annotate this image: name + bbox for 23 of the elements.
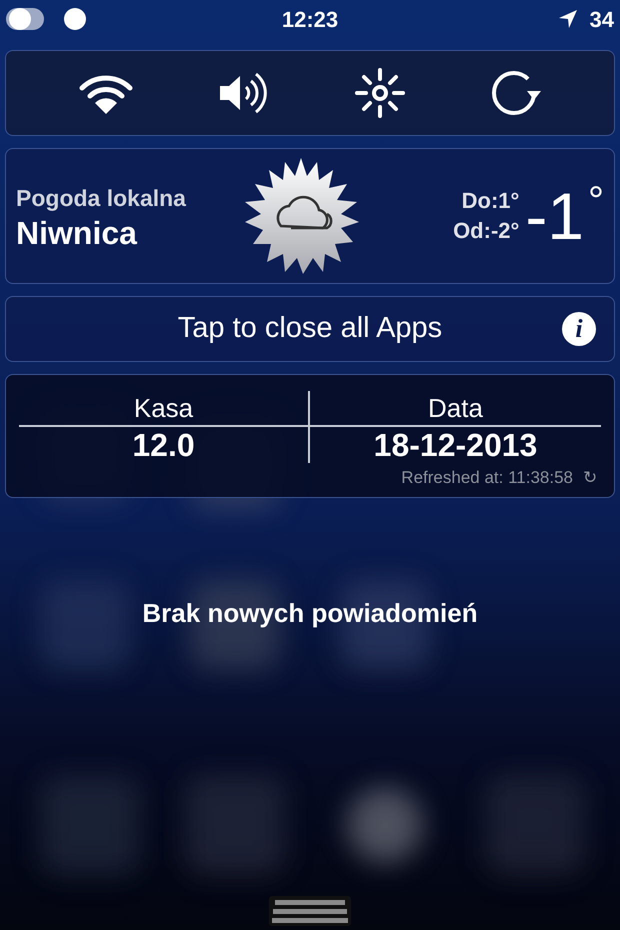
table-cell: 12.0 bbox=[19, 427, 310, 463]
close-all-apps-button[interactable]: Tap to close all Apps i bbox=[5, 296, 615, 362]
battery-percentage: 34 bbox=[590, 6, 614, 34]
no-notifications-message: Brak nowych powiadomień bbox=[142, 597, 478, 630]
info-icon[interactable]: i bbox=[562, 312, 596, 346]
location-arrow-icon bbox=[558, 9, 578, 29]
toggle-switch-icon bbox=[6, 8, 44, 30]
table-cell-text: 18-12-2013 bbox=[372, 427, 538, 463]
grabber-handle[interactable] bbox=[269, 896, 351, 926]
rotation-icon[interactable] bbox=[490, 69, 542, 117]
current-temperature: -1 bbox=[525, 181, 584, 251]
brightness-icon[interactable] bbox=[354, 68, 404, 118]
refresh-button[interactable]: ↻ bbox=[583, 465, 597, 490]
status-time: 12:23 bbox=[282, 6, 338, 34]
column-header: Kasa bbox=[19, 391, 310, 425]
refreshed-time: Refreshed at: 11:38:58 bbox=[401, 467, 573, 489]
low-temperature: Od:-2° bbox=[453, 217, 520, 245]
dot-icon bbox=[64, 8, 86, 30]
column-header: Data bbox=[427, 392, 484, 425]
degree-sign: ° bbox=[588, 181, 604, 221]
city-name: Niwnica bbox=[16, 215, 138, 252]
weather-label: Pogoda lokalna bbox=[16, 184, 187, 213]
high-temperature: Do:1° bbox=[462, 187, 520, 215]
